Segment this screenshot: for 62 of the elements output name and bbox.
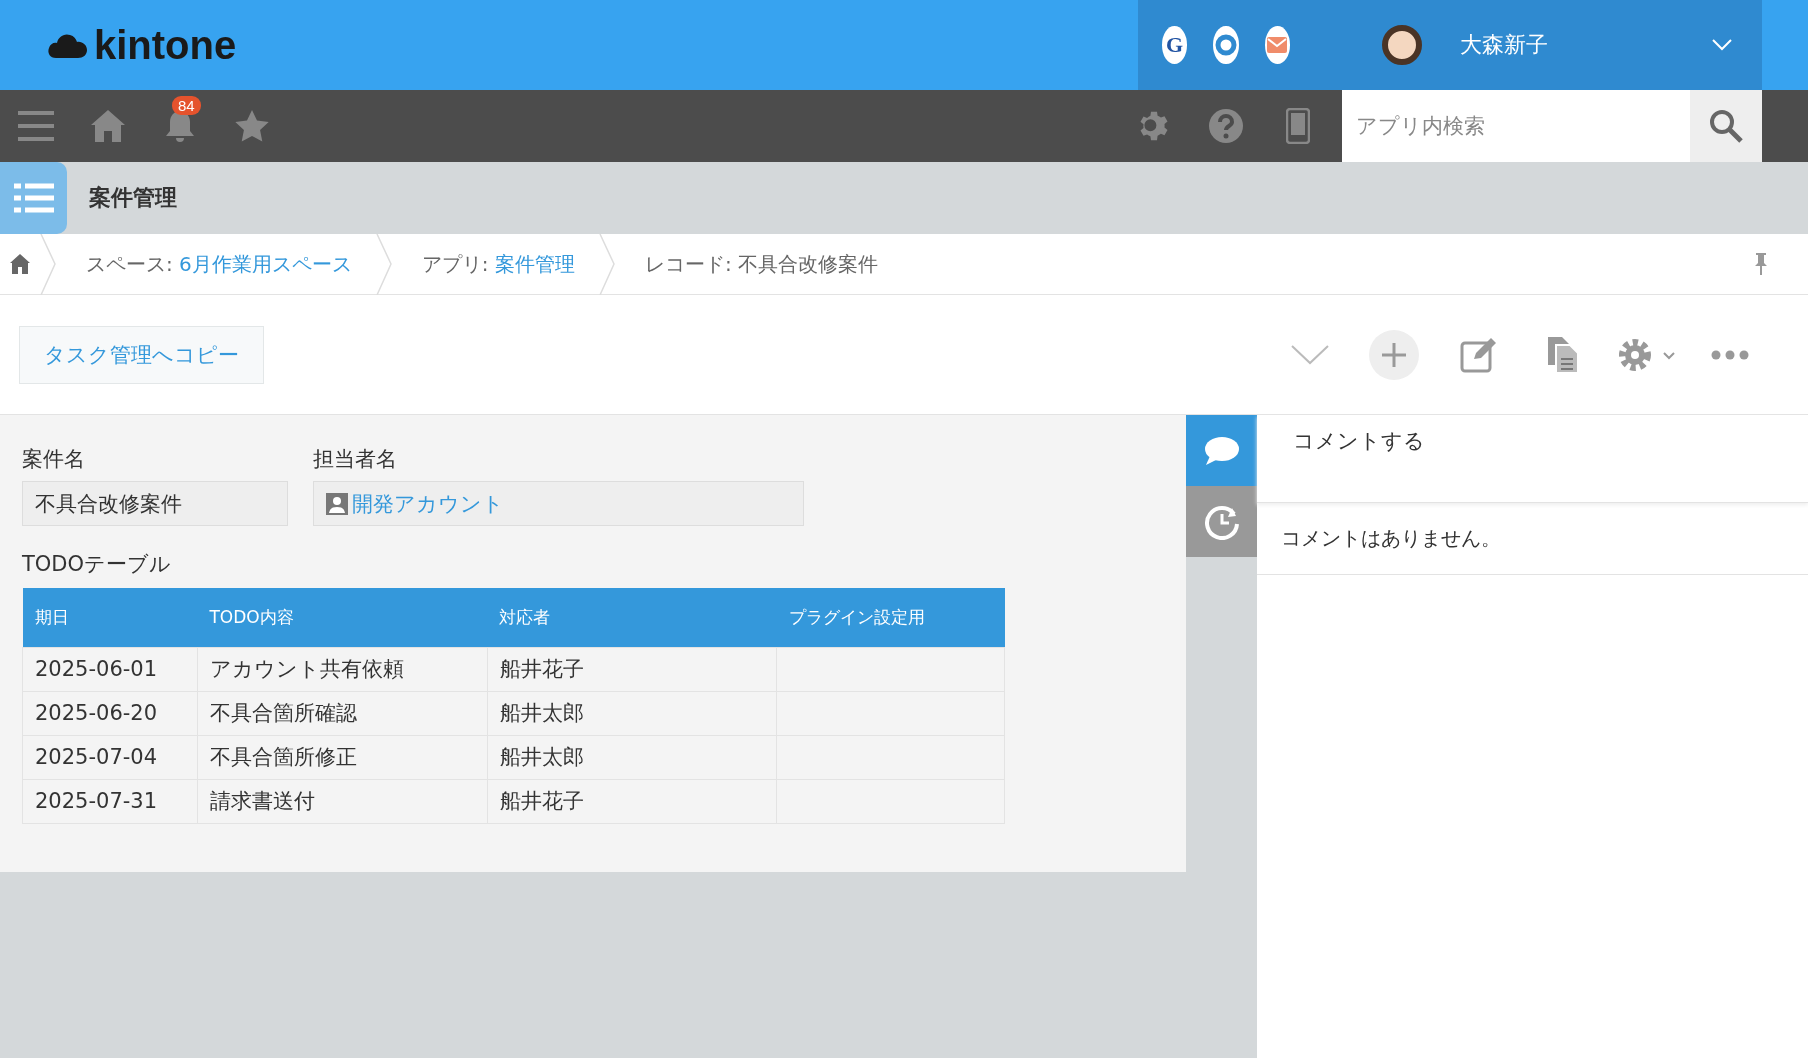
chevron-down-icon (1291, 344, 1329, 365)
column-header: プラグイン設定用 (776, 588, 1005, 647)
table-cell: 船井太郎 (487, 735, 777, 779)
search-icon (1709, 109, 1743, 143)
column-header: TODO内容 (197, 588, 488, 647)
table-cell: 船井太郎 (487, 691, 777, 735)
history-tab[interactable] (1186, 486, 1257, 557)
service-button[interactable]: G (1162, 26, 1188, 64)
field-value: 不具合改修案件 (22, 481, 288, 526)
copy-action-button[interactable]: タスク管理へコピー (19, 325, 264, 384)
notifications-button[interactable]: 84 (144, 90, 216, 162)
mail-icon (1267, 37, 1288, 53)
history-icon (1203, 503, 1240, 540)
empty-message: コメントはありません。 (1257, 503, 1808, 575)
user-menu[interactable]: 大森新子 (1342, 0, 1762, 90)
phone-icon (1286, 108, 1310, 144)
table-cell: 不具合箇所修正 (197, 735, 488, 779)
breadcrumb-item: レコード: 不具合改修案件 (643, 250, 880, 278)
column-header: 対応者 (487, 588, 777, 647)
breadcrumb-item[interactable]: アプリ: 案件管理 (391, 233, 599, 295)
service-button[interactable] (1264, 26, 1290, 64)
user-link[interactable]: 開発アカウント (352, 489, 504, 518)
table-cell: 2025-06-01 (22, 647, 198, 691)
table-cell: アカウント共有依頼 (197, 647, 488, 691)
breadcrumb-item[interactable]: スペース: 6月作業用スペース (56, 233, 376, 295)
home-icon (10, 254, 30, 274)
service-button[interactable] (1213, 26, 1239, 64)
more-icon (1711, 349, 1749, 360)
table-cell: 2025-06-20 (22, 691, 198, 735)
logo-text: kintone (94, 22, 237, 68)
plus-icon (1369, 329, 1419, 380)
table-cell: 船井花子 (487, 647, 777, 691)
avatar (1382, 25, 1422, 65)
column-header: 期日 (22, 588, 198, 647)
table-cell: 船井花子 (487, 779, 777, 823)
home-icon (91, 110, 125, 142)
comment-field[interactable]: コメントする (1257, 415, 1808, 503)
table-cell: 2025-07-04 (22, 735, 198, 779)
comments-tab[interactable] (1186, 415, 1257, 486)
notification-badge: 84 (172, 96, 201, 115)
breadcrumb-link[interactable]: 6月作業用スペース (179, 250, 352, 278)
speech-bubble-icon (1203, 435, 1240, 466)
edit-icon (1460, 336, 1496, 373)
table-title: TODOテーブル (22, 551, 173, 578)
search-button[interactable] (1690, 90, 1762, 162)
table-cell: 請求書送付 (197, 779, 488, 823)
circle-icon (1215, 34, 1237, 56)
user-icon (326, 492, 348, 515)
app-title: 案件管理 (89, 184, 177, 212)
chevron-down-icon (1712, 39, 1732, 51)
pin-icon (1754, 253, 1768, 275)
breadcrumb-link[interactable]: 案件管理 (494, 250, 575, 278)
table-cell: 不具合箇所確認 (197, 691, 488, 735)
document-icon (1546, 336, 1578, 373)
menu-icon (18, 110, 54, 142)
table-cell: 2025-07-31 (22, 779, 198, 823)
list-icon (13, 183, 54, 213)
help-icon (1208, 108, 1244, 144)
star-icon (235, 110, 269, 142)
search-field[interactable]: アプリ内検索 (1342, 90, 1690, 162)
field-label: 案件名 (22, 446, 86, 473)
field-label: 担当者名 (313, 446, 398, 473)
